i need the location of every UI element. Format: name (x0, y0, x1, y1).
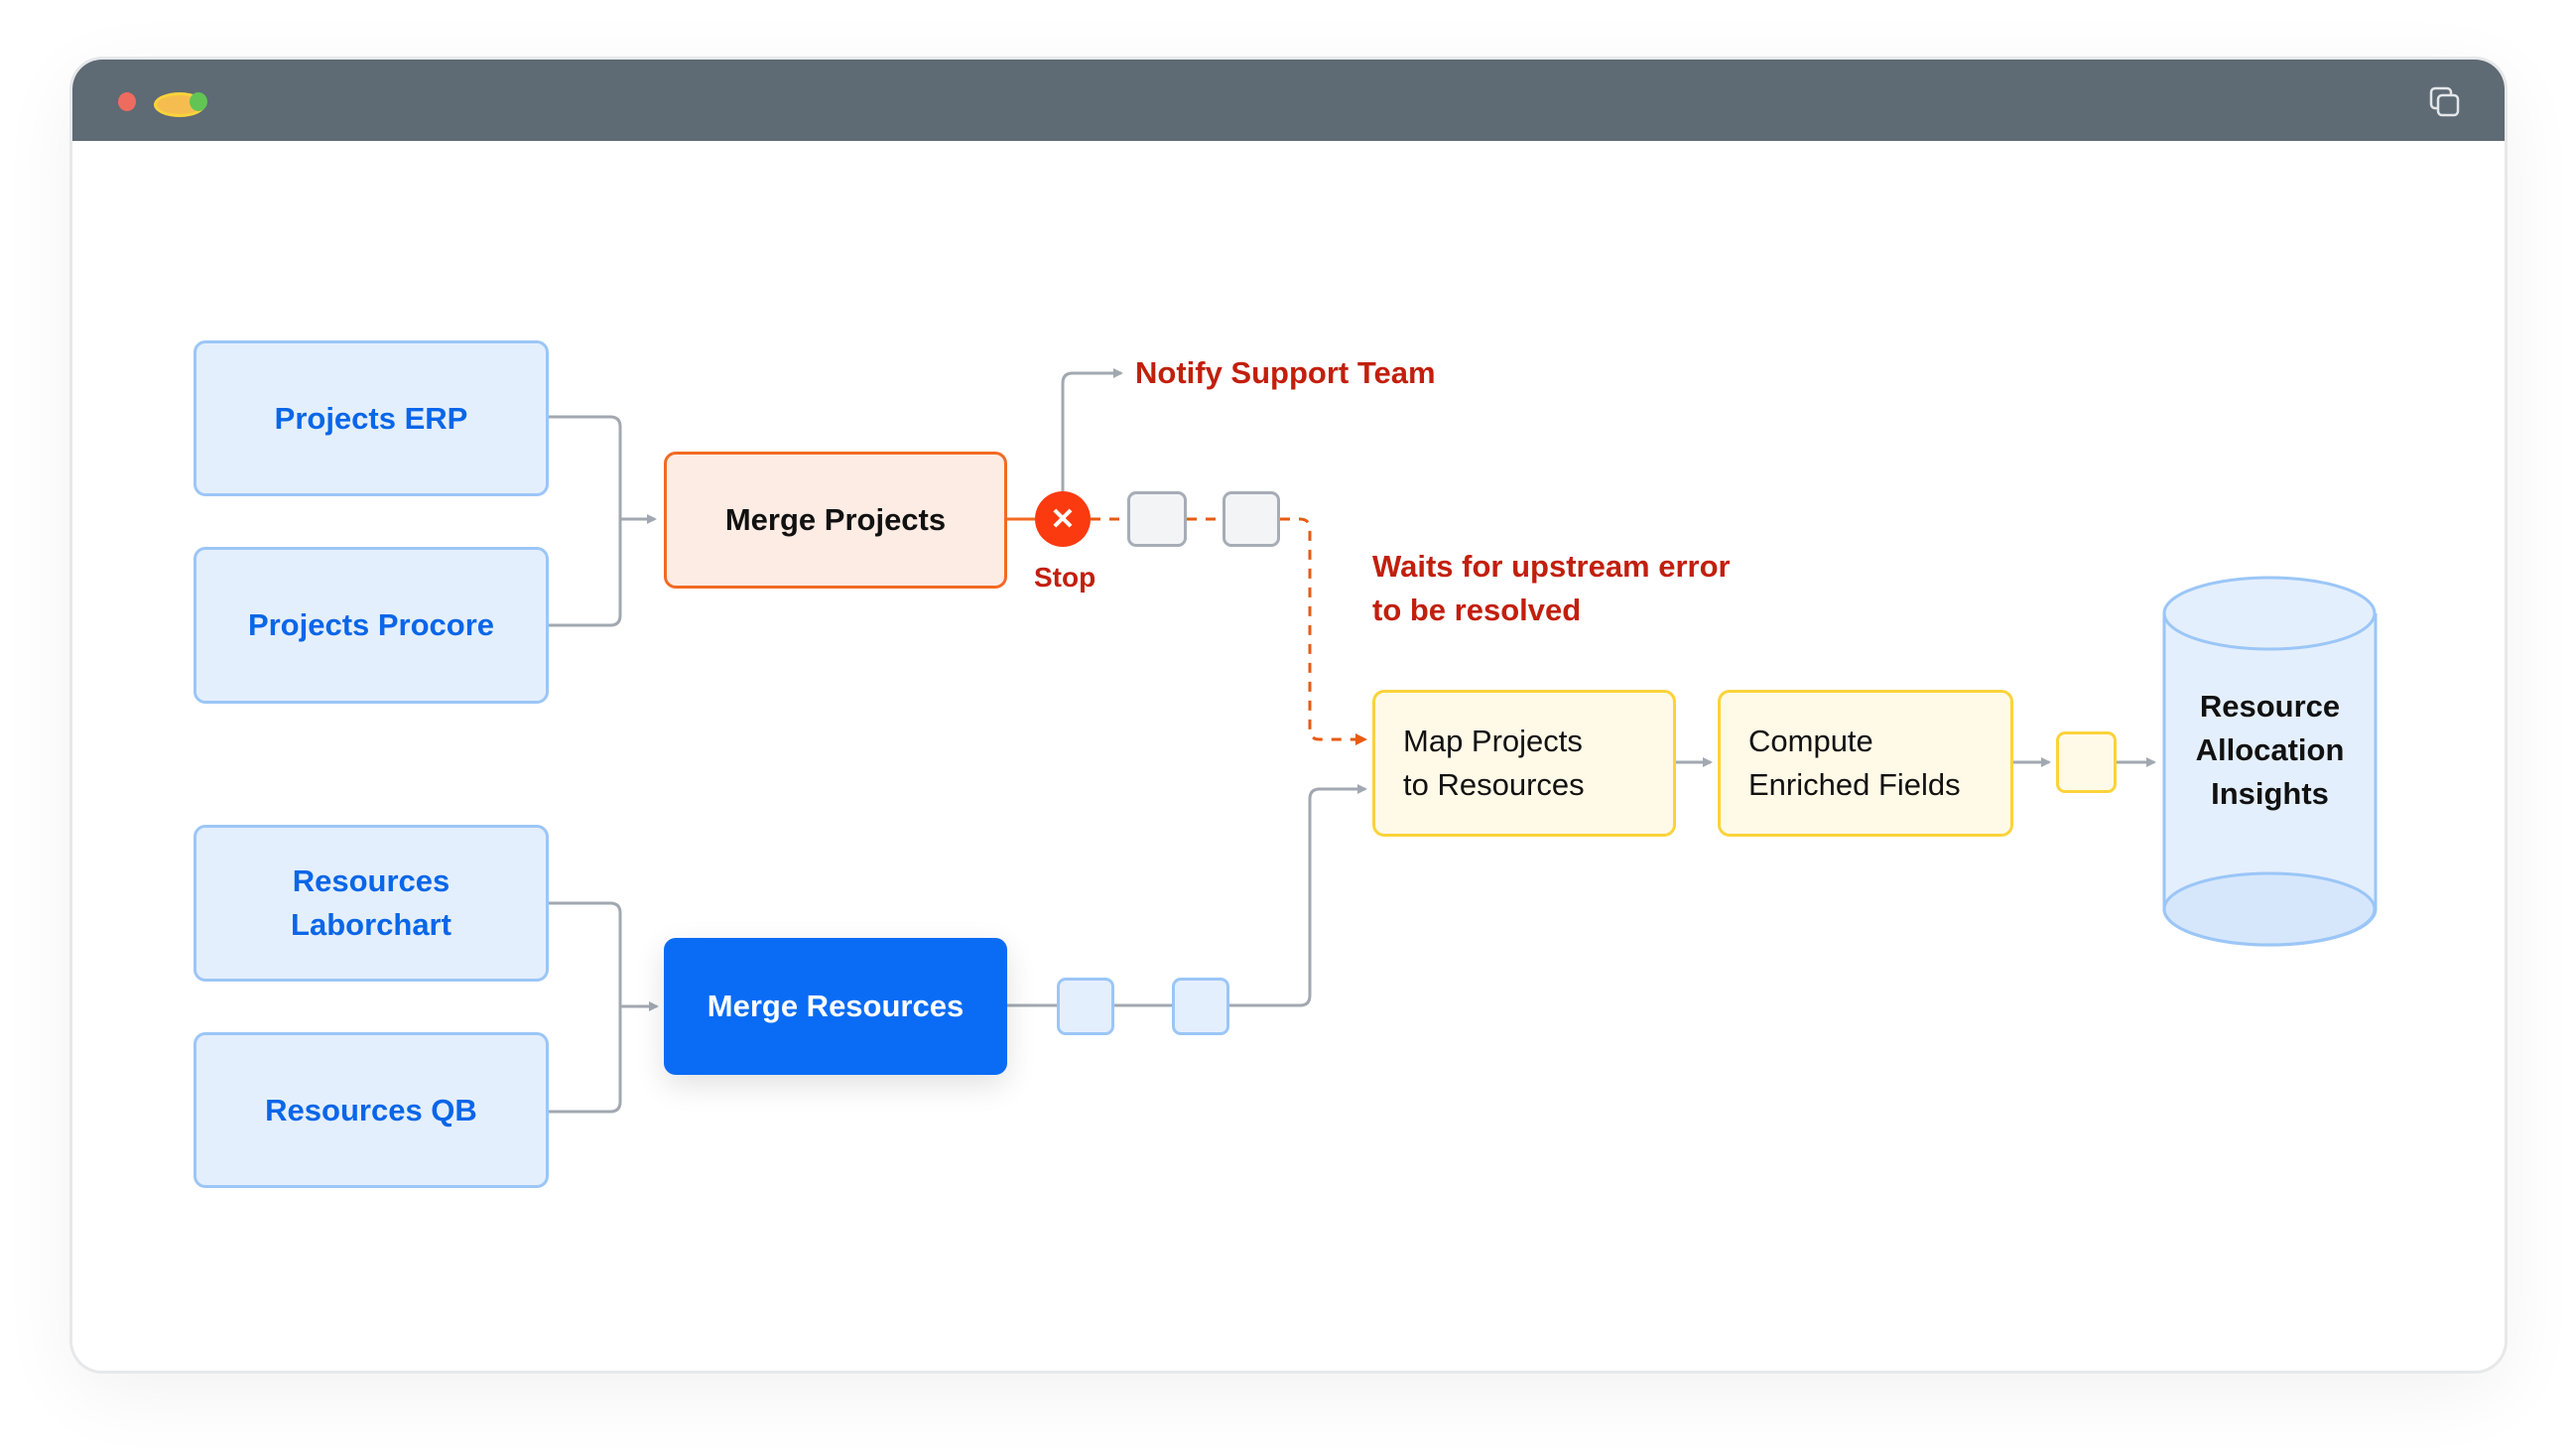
source-label: Resources QB (265, 1092, 477, 1127)
map-projects-line1: Map Projects (1403, 724, 1583, 758)
merge-projects-node[interactable]: Merge Projects (664, 452, 1007, 589)
source-label: Resources Laborchart (291, 863, 451, 942)
pending-step-box[interactable] (1223, 491, 1280, 547)
diagram-canvas: Projects ERP Projects Procore Resources … (0, 0, 2576, 1456)
x-icon: ✕ (1050, 502, 1076, 536)
source-projects-erp[interactable]: Projects ERP (193, 340, 549, 496)
dashed-error-path (1091, 517, 1365, 739)
pending-step-box[interactable] (1127, 491, 1187, 547)
source-resources-qb[interactable]: Resources QB (193, 1032, 549, 1188)
source-projects-procore[interactable]: Projects Procore (193, 547, 549, 704)
stop-button[interactable]: ✕ (1035, 491, 1091, 547)
compute-line2: Enriched Fields (1748, 767, 1961, 802)
source-label: Projects ERP (274, 400, 468, 436)
destination-line1: Resource (2199, 689, 2341, 724)
connector-erp-merge (549, 415, 622, 627)
resources-step-box[interactable] (1172, 978, 1229, 1035)
destination-line2: Allocation (2195, 732, 2345, 767)
connector-merge-resources-map (1007, 789, 1365, 1007)
map-projects-line2: to Resources (1403, 767, 1585, 802)
source-label: Projects Procore (247, 607, 495, 642)
connector-resources-merge (549, 901, 622, 1114)
merge-resources-node[interactable]: Merge Resources (664, 938, 1007, 1075)
compute-enriched-fields-node[interactable]: Compute Enriched Fields (1718, 690, 2013, 837)
connector-stop-notify (1061, 368, 1123, 491)
merge-projects-label: Merge Projects (724, 502, 947, 537)
destination-label: Resource Allocation Insights (2162, 685, 2378, 816)
resources-step-box[interactable] (1057, 978, 1114, 1035)
output-step-box[interactable] (2056, 731, 2117, 793)
stop-label: Stop (1034, 562, 1096, 593)
merge-resources-label: Merge Resources (707, 989, 965, 1023)
source-resources-laborchart[interactable]: Resources Laborchart (193, 825, 549, 982)
compute-line1: Compute (1748, 724, 1873, 758)
waits-note: Waits for upstream error to be resolved (1372, 545, 1731, 632)
notify-support-team-label[interactable]: Notify Support Team (1135, 351, 1436, 395)
map-projects-node[interactable]: Map Projects to Resources (1372, 690, 1676, 837)
waits-note-line1: Waits for upstream error (1372, 549, 1731, 584)
waits-note-line2: to be resolved (1372, 593, 1582, 627)
destination-line3: Insights (2211, 776, 2329, 811)
